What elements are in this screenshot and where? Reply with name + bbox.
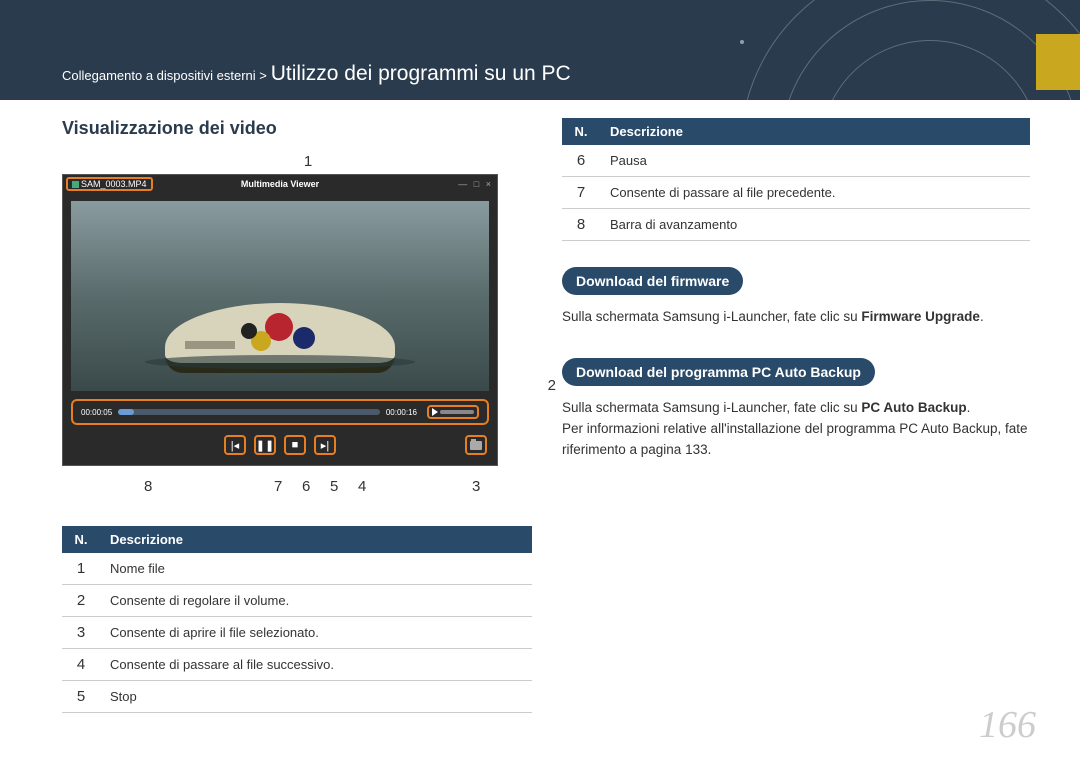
th-num: N. [62, 526, 100, 553]
left-column: Visualizzazione dei video 1 SAM_0003.MP4… [62, 118, 532, 735]
header-bar: Collegamento a dispositivi esterni > Uti… [0, 0, 1080, 100]
th-num: N. [562, 118, 600, 145]
pill-download-firmware: Download del firmware [562, 267, 743, 295]
filename-text: SAM_0003.MP4 [81, 179, 147, 189]
stop-button[interactable]: ■ [284, 435, 306, 455]
breadcrumb: Collegamento a dispositivi esterni > Uti… [62, 62, 571, 86]
volume-control[interactable] [427, 405, 479, 419]
folder-icon [470, 441, 482, 450]
breadcrumb-page: Utilizzo dei programmi su un PC [271, 62, 571, 85]
callout-3: 3 [472, 478, 480, 495]
right-column: N. Descrizione 6Pausa 7Consente di passa… [562, 118, 1030, 735]
callout-2: 2 [548, 377, 556, 394]
pause-button[interactable]: ❚❚ [254, 435, 276, 455]
table-row: 1Nome file [62, 553, 532, 585]
callout-6: 6 [302, 478, 310, 495]
body-autobackup: Sulla schermata Samsung i-Launcher, fate… [562, 398, 1030, 461]
section-heading: Visualizzazione dei video [62, 118, 532, 139]
th-desc: Descrizione [100, 526, 532, 553]
callout-8: 8 [144, 478, 152, 495]
progress-bar[interactable] [118, 409, 380, 415]
table-row: 5Stop [62, 681, 532, 713]
progress-row: 00:00:05 00:00:16 [71, 399, 489, 425]
player-title: Multimedia Viewer [241, 179, 319, 189]
callout-1: 1 [84, 153, 532, 170]
filename-chip: SAM_0003.MP4 [66, 177, 153, 191]
table-row: 4Consente di passare al file successivo. [62, 649, 532, 681]
window-buttons[interactable]: — □ × [458, 179, 493, 189]
open-file-button[interactable] [465, 435, 487, 455]
prev-button[interactable]: |◂ [224, 435, 246, 455]
speaker-icon [432, 408, 438, 416]
page-number: 166 [979, 703, 1036, 747]
next-button[interactable]: ▸| [314, 435, 336, 455]
table-row: 6Pausa [562, 145, 1030, 177]
callout-5: 5 [330, 478, 338, 495]
callout-4: 4 [358, 478, 366, 495]
boat-illustration [165, 303, 395, 373]
volume-slider[interactable] [440, 410, 474, 414]
player-titlebar: SAM_0003.MP4 Multimedia Viewer — □ × [63, 175, 497, 193]
pill-download-autobackup: Download del programma PC Auto Backup [562, 358, 875, 386]
video-player: SAM_0003.MP4 Multimedia Viewer — □ × 00:… [62, 174, 498, 466]
time-elapsed: 00:00:05 [81, 408, 112, 417]
time-total: 00:00:16 [386, 408, 417, 417]
table-row: 2Consente di regolare il volume. [62, 585, 532, 617]
file-icon [72, 181, 79, 188]
video-frame [71, 201, 489, 391]
table-row: 3Consente di aprire il file selezionato. [62, 617, 532, 649]
table-row: 7Consente di passare al file precedente. [562, 177, 1030, 209]
breadcrumb-section: Collegamento a dispositivi esterni > [62, 68, 267, 83]
description-table-left: N. Descrizione 1Nome file 2Consente di r… [62, 526, 532, 713]
description-table-right: N. Descrizione 6Pausa 7Consente di passa… [562, 118, 1030, 241]
table-row: 8Barra di avanzamento [562, 209, 1030, 241]
callout-7: 7 [274, 478, 282, 495]
side-tab [1036, 34, 1080, 90]
bottom-callouts: 8 7 6 5 4 3 [62, 478, 532, 506]
controls-row: |◂ ❚❚ ■ ▸| [63, 429, 497, 465]
th-desc: Descrizione [600, 118, 1030, 145]
body-firmware: Sulla schermata Samsung i-Launcher, fate… [562, 307, 1030, 328]
